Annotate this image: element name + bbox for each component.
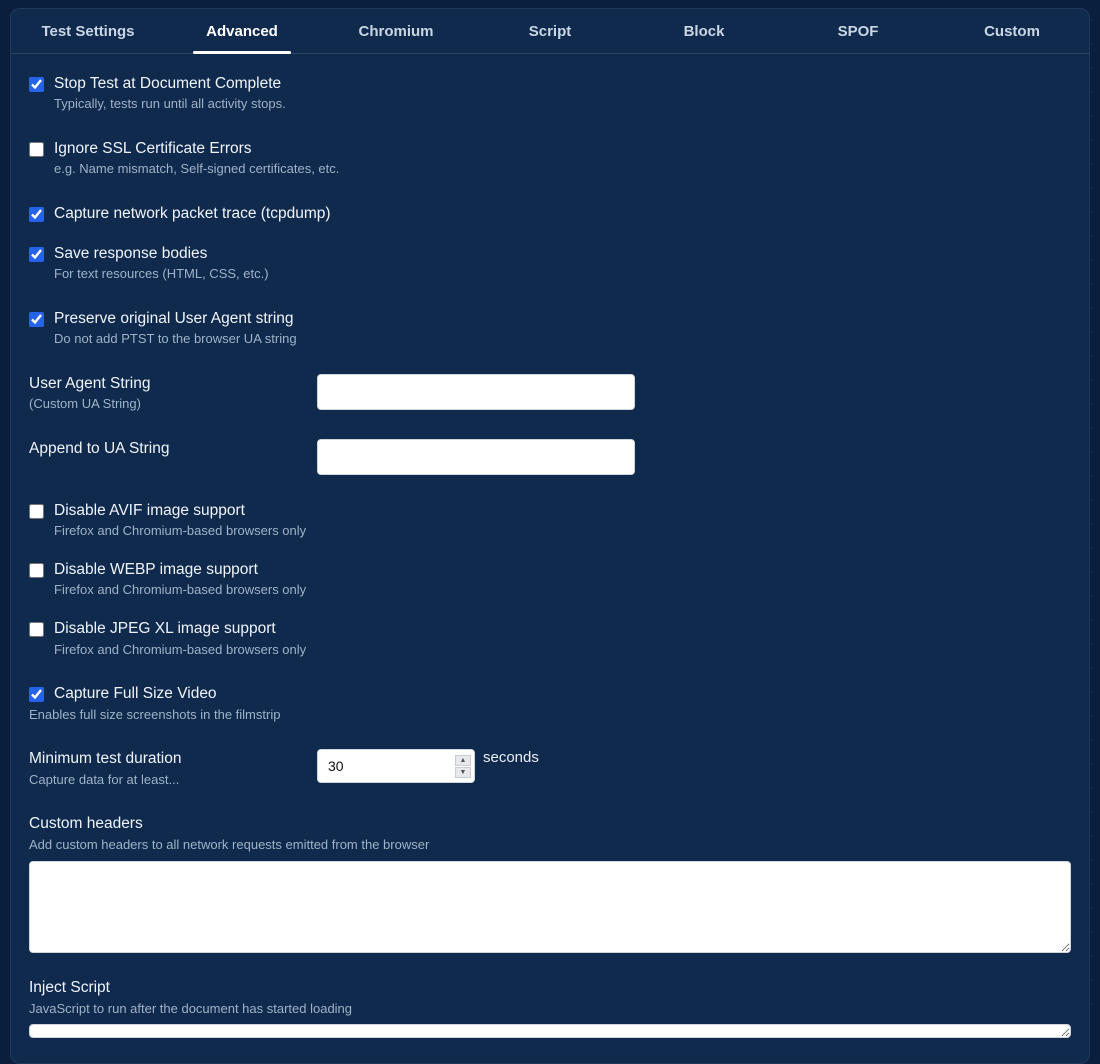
min-duration-input[interactable] bbox=[317, 749, 475, 783]
ignore-ssl-hint: e.g. Name mismatch, Self-signed certific… bbox=[54, 161, 339, 178]
save-bodies-label: Save response bodies bbox=[54, 244, 269, 264]
save-bodies-checkbox[interactable] bbox=[29, 247, 44, 262]
ua-string-input[interactable] bbox=[317, 374, 635, 410]
disable-webp-hint: Firefox and Chromium-based browsers only bbox=[54, 582, 306, 599]
tab-advanced[interactable]: Advanced bbox=[165, 9, 319, 53]
tab-custom[interactable]: Custom bbox=[935, 9, 1089, 53]
tab-chromium[interactable]: Chromium bbox=[319, 9, 473, 53]
preserve-ua-checkbox[interactable] bbox=[29, 312, 44, 327]
min-duration-suffix: seconds bbox=[483, 749, 539, 766]
ua-string-label: User Agent String bbox=[29, 375, 150, 392]
custom-headers-label: Custom headers bbox=[29, 814, 1071, 834]
ua-string-hint: (Custom UA String) bbox=[29, 396, 317, 413]
ignore-ssl-label: Ignore SSL Certificate Errors bbox=[54, 139, 339, 159]
disable-webp-label: Disable WEBP image support bbox=[54, 560, 306, 580]
disable-webp-checkbox[interactable] bbox=[29, 563, 44, 578]
custom-headers-hint: Add custom headers to all network reques… bbox=[29, 837, 1071, 854]
min-duration-hint: Capture data for at least... bbox=[29, 772, 317, 789]
full-video-checkbox[interactable] bbox=[29, 687, 44, 702]
tab-spof[interactable]: SPOF bbox=[781, 9, 935, 53]
inject-script-input[interactable] bbox=[29, 1024, 1071, 1038]
disable-avif-hint: Firefox and Chromium-based browsers only bbox=[54, 523, 306, 540]
stop-doc-complete-hint: Typically, tests run until all activity … bbox=[54, 96, 286, 113]
inject-script-hint: JavaScript to run after the document has… bbox=[29, 1001, 1071, 1018]
tab-test-settings[interactable]: Test Settings bbox=[11, 9, 165, 53]
disable-jxl-checkbox[interactable] bbox=[29, 622, 44, 637]
spinner-down-icon[interactable]: ▼ bbox=[455, 767, 471, 778]
disable-avif-label: Disable AVIF image support bbox=[54, 501, 306, 521]
ignore-ssl-checkbox[interactable] bbox=[29, 142, 44, 157]
append-ua-label: Append to UA String bbox=[29, 440, 169, 457]
tcpdump-checkbox[interactable] bbox=[29, 207, 44, 222]
disable-jxl-label: Disable JPEG XL image support bbox=[54, 619, 306, 639]
custom-headers-input[interactable] bbox=[29, 861, 1071, 953]
tab-bar: Test Settings Advanced Chromium Script B… bbox=[11, 9, 1089, 54]
stop-doc-complete-label: Stop Test at Document Complete bbox=[54, 74, 286, 94]
full-video-label: Capture Full Size Video bbox=[54, 684, 280, 704]
spinner-up-icon[interactable]: ▲ bbox=[455, 755, 471, 766]
disable-avif-checkbox[interactable] bbox=[29, 504, 44, 519]
number-spinner: ▲ ▼ bbox=[455, 753, 471, 779]
disable-jxl-hint: Firefox and Chromium-based browsers only bbox=[54, 642, 306, 659]
advanced-content: Stop Test at Document Complete Typically… bbox=[11, 54, 1089, 1063]
stop-doc-complete-checkbox[interactable] bbox=[29, 77, 44, 92]
tcpdump-label: Capture network packet trace (tcpdump) bbox=[54, 204, 331, 224]
preserve-ua-label: Preserve original User Agent string bbox=[54, 309, 297, 329]
tab-block[interactable]: Block bbox=[627, 9, 781, 53]
append-ua-input[interactable] bbox=[317, 439, 635, 475]
inject-script-label: Inject Script bbox=[29, 978, 1071, 998]
full-video-hint: Enables full size screenshots in the fil… bbox=[29, 707, 280, 724]
tab-script[interactable]: Script bbox=[473, 9, 627, 53]
settings-panel: Test Settings Advanced Chromium Script B… bbox=[10, 8, 1090, 1064]
min-duration-label: Minimum test duration bbox=[29, 750, 181, 767]
save-bodies-hint: For text resources (HTML, CSS, etc.) bbox=[54, 266, 269, 283]
preserve-ua-hint: Do not add PTST to the browser UA string bbox=[54, 331, 297, 348]
